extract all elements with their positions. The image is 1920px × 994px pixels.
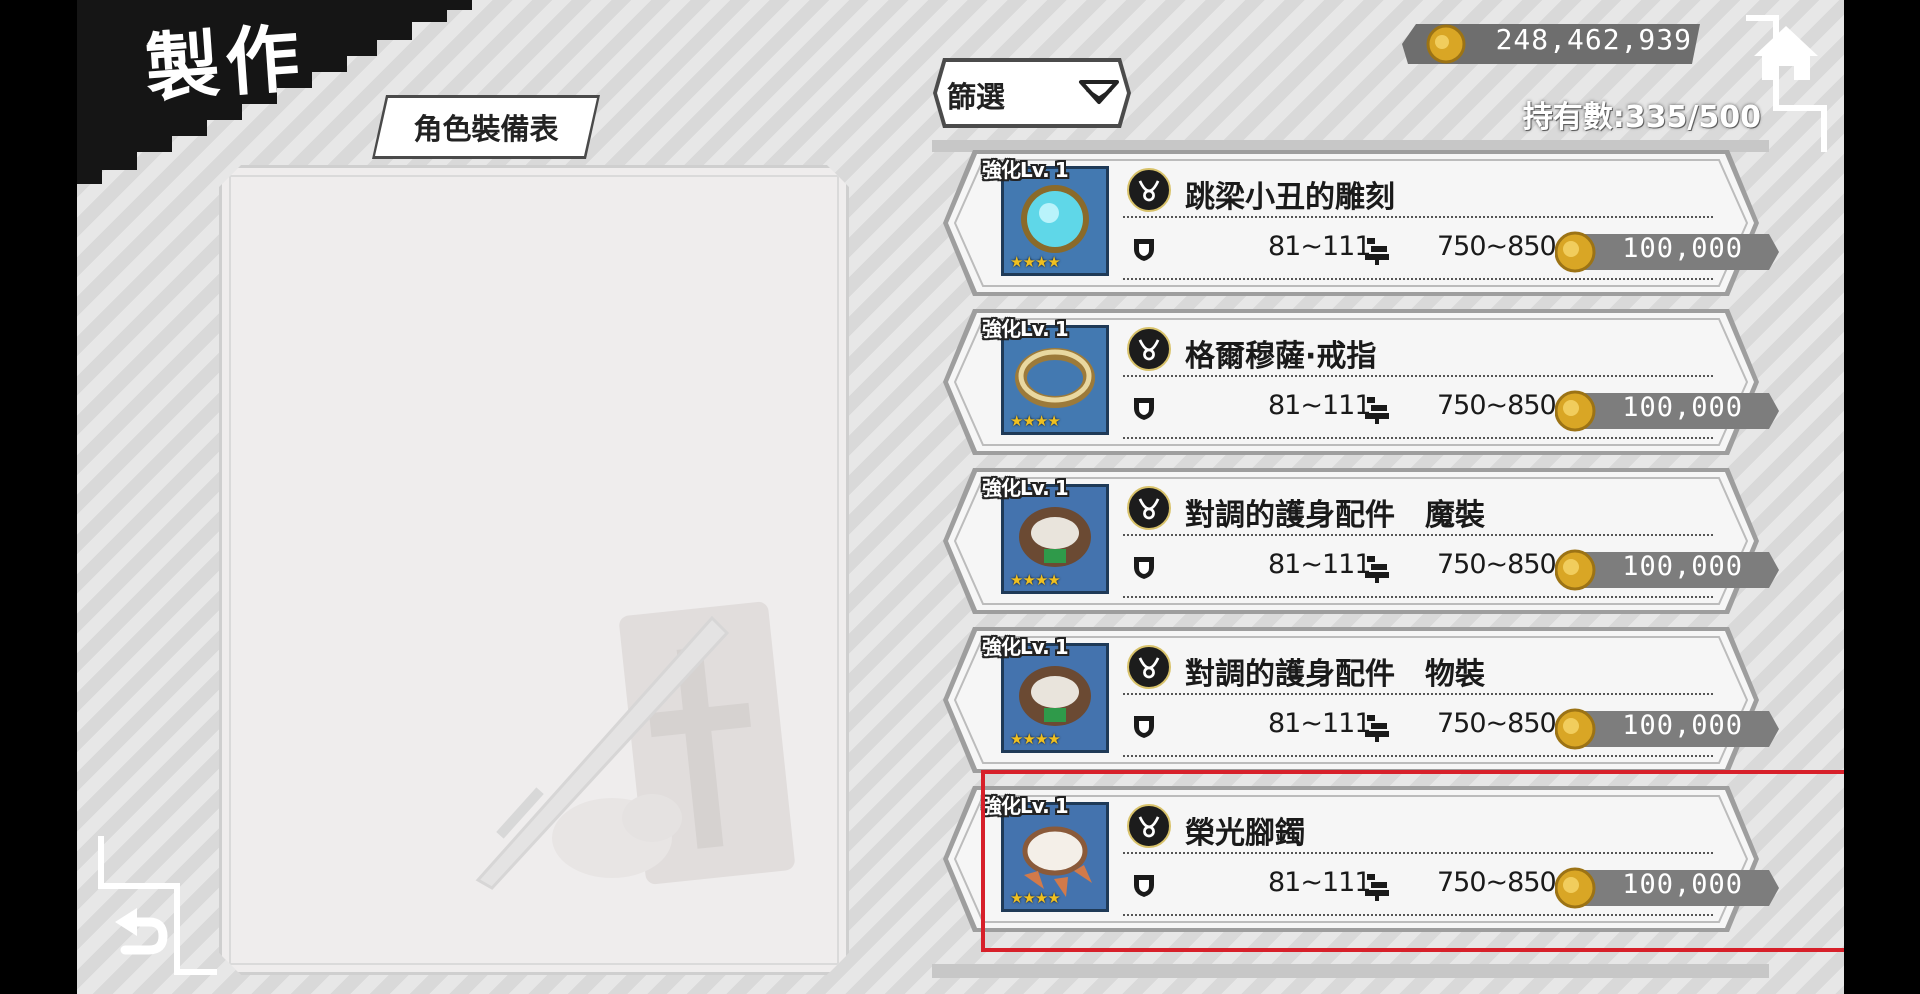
divider	[1123, 596, 1713, 598]
divider	[1123, 534, 1713, 536]
divider	[1123, 914, 1713, 916]
enhance-level-tag: 強化Lv. 1	[982, 794, 1069, 818]
home-icon	[1754, 26, 1818, 80]
shield-icon	[1134, 875, 1154, 897]
necklace-icon	[1127, 486, 1171, 530]
weight-icon	[1365, 715, 1389, 742]
item-price: 100,000	[1622, 392, 1743, 423]
divider	[1123, 278, 1713, 280]
item-name: 對調的護身配件 魔裝	[1185, 498, 1485, 533]
character-equipment-tab[interactable]: 角色裝備表	[372, 95, 600, 159]
held-count-label: 持有數	[1522, 100, 1613, 135]
rarity-stars: ★★★★	[1010, 253, 1061, 271]
weight-icon	[1365, 238, 1389, 265]
shield-icon	[1134, 557, 1154, 579]
divider	[1123, 375, 1713, 377]
return-arrow-icon	[115, 908, 168, 955]
item-name: 榮光腳鐲	[1185, 816, 1305, 851]
shield-icon	[1134, 716, 1154, 738]
list-bottom-rail	[932, 964, 1769, 978]
defense-range: 81~111	[1268, 390, 1372, 421]
item-price: 100,000	[1622, 551, 1743, 582]
back-button[interactable]	[97, 836, 217, 976]
rarity-stars: ★★★★	[1010, 730, 1061, 748]
weight-range: 750~850	[1437, 549, 1557, 580]
necklace-icon	[1127, 804, 1171, 848]
craft-item-card-5[interactable]: ★★★★ 強化Lv. 1 榮光腳鐲 81~111 750~850 100,000	[943, 786, 1779, 932]
filter-label: 篩選	[947, 80, 1006, 114]
item-name: 對調的護身配件 物裝	[1185, 657, 1485, 692]
defense-range: 81~111	[1268, 867, 1372, 898]
craft-item-card-4[interactable]: ★★★★ 強化Lv. 1 對調的護身配件 物裝 81~111 750~850 1…	[943, 627, 1779, 773]
rarity-stars: ★★★★	[1010, 412, 1061, 430]
item-price: 100,000	[1622, 869, 1743, 900]
crafting-screen: 製作 角色裝備表 篩選 248,462,939 持有數:335/500 ★★★★…	[77, 0, 1844, 994]
craft-item-card-3[interactable]: ★★★★ 強化Lv. 1 對調的護身配件 魔裝 81~111 750~850 1…	[943, 468, 1779, 614]
item-price: 100,000	[1622, 233, 1743, 264]
defense-range: 81~111	[1268, 231, 1372, 262]
weight-range: 750~850	[1437, 390, 1557, 421]
necklace-icon	[1127, 645, 1171, 689]
item-price: 100,000	[1622, 710, 1743, 741]
home-button[interactable]	[1732, 12, 1832, 152]
craft-item-card-1[interactable]: ★★★★ 強化Lv. 1 跳梁小丑的雕刻 81~111 750~850 100,…	[943, 150, 1779, 296]
page-title: 製作	[142, 15, 309, 113]
necklace-icon	[1127, 327, 1171, 371]
weight-range: 750~850	[1437, 867, 1557, 898]
weight-icon	[1365, 556, 1389, 583]
rarity-stars: ★★★★	[1010, 571, 1061, 589]
weight-icon	[1365, 397, 1389, 424]
enhance-level-tag: 強化Lv. 1	[982, 635, 1069, 659]
enhance-level-tag: 強化Lv. 1	[982, 476, 1069, 500]
weight-range: 750~850	[1437, 231, 1557, 262]
rarity-stars: ★★★★	[1010, 889, 1061, 907]
shield-icon	[1134, 398, 1154, 420]
divider	[1123, 755, 1713, 757]
divider	[1123, 852, 1713, 854]
shield-icon	[1134, 239, 1154, 261]
craft-item-card-2[interactable]: ★★★★ 強化Lv. 1 格爾穆薩·戒指 81~111 750~850 100,…	[943, 309, 1779, 455]
enhance-level-tag: 強化Lv. 1	[982, 317, 1069, 341]
necklace-icon	[1127, 168, 1171, 212]
enhance-level-tag: 強化Lv. 1	[982, 158, 1069, 182]
knight-silhouette-icon	[382, 588, 822, 928]
divider	[1123, 216, 1713, 218]
character-equipment-tab-label: 角色裝備表	[375, 98, 597, 156]
divider	[1123, 437, 1713, 439]
character-panel	[219, 165, 849, 975]
currency-amount: 248,462,939	[1495, 23, 1692, 56]
held-count: 持有數:335/500	[1429, 92, 1761, 136]
divider	[1123, 693, 1713, 695]
defense-range: 81~111	[1268, 549, 1372, 580]
defense-range: 81~111	[1268, 708, 1372, 739]
item-name: 格爾穆薩·戒指	[1185, 339, 1377, 374]
weight-range: 750~850	[1437, 708, 1557, 739]
weight-icon	[1365, 874, 1389, 901]
item-name: 跳梁小丑的雕刻	[1185, 180, 1395, 215]
